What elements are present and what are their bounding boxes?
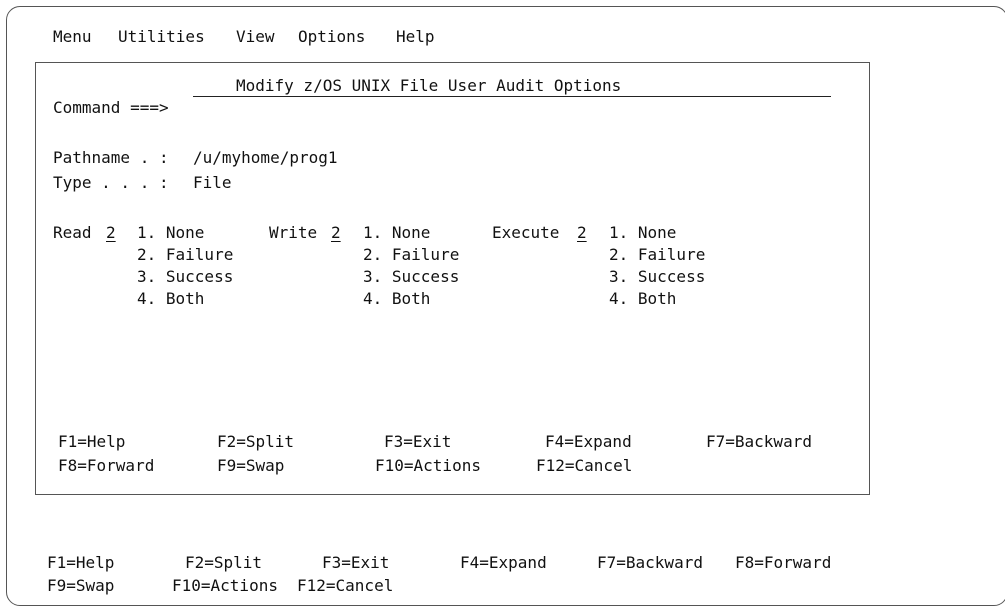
read-label: Read: [53, 223, 92, 242]
command-label: Command ===>: [53, 98, 169, 117]
read-option-3: 3. Success: [137, 267, 234, 286]
read-option-1: 1. None: [137, 223, 205, 242]
fkey-f8[interactable]: F8=Forward: [735, 553, 831, 573]
menu-item-help[interactable]: Help: [396, 27, 435, 47]
read-input[interactable]: 2: [106, 223, 116, 243]
execute-label: Execute: [492, 223, 560, 242]
menu-item-view[interactable]: View: [236, 27, 275, 47]
write-input[interactable]: 2: [331, 223, 341, 243]
write-option-2: 2. Failure: [363, 245, 460, 264]
execute-option-3: 3. Success: [609, 267, 706, 286]
panel-fkey-f9[interactable]: F9=Swap: [217, 456, 284, 476]
type-label: Type . . . :: [53, 173, 169, 192]
execute-option-4: 4. Both: [609, 289, 677, 308]
fkey-f10[interactable]: F10=Actions: [172, 576, 278, 596]
execute-input[interactable]: 2: [577, 223, 587, 243]
panel-fkey-f7[interactable]: F7=Backward: [706, 432, 812, 452]
panel-fkey-f3[interactable]: F3=Exit: [384, 432, 451, 452]
menu-item-options[interactable]: Options: [298, 27, 365, 47]
write-option-3: 3. Success: [363, 267, 460, 286]
fkey-f1[interactable]: F1=Help: [47, 553, 114, 573]
panel-fkey-f4[interactable]: F4=Expand: [545, 432, 632, 452]
fkey-f12[interactable]: F12=Cancel: [297, 576, 393, 596]
menu-item-menu[interactable]: Menu: [53, 27, 92, 47]
write-label: Write: [269, 223, 318, 242]
pathname-value: /u/myhome/prog1: [193, 148, 338, 167]
menu-item-utilities[interactable]: Utilities: [118, 27, 205, 47]
command-input-underline: [193, 96, 831, 97]
write-option-4: 4. Both: [363, 289, 431, 308]
fkey-f9[interactable]: F9=Swap: [47, 576, 114, 596]
fkey-f4[interactable]: F4=Expand: [460, 553, 547, 573]
panel-fkey-f2[interactable]: F2=Split: [217, 432, 294, 452]
panel-fkey-f1[interactable]: F1=Help: [58, 432, 125, 452]
pathname-label: Pathname . :: [53, 148, 169, 167]
panel-fkey-f12[interactable]: F12=Cancel: [536, 456, 632, 476]
fkey-f2[interactable]: F2=Split: [185, 553, 262, 573]
execute-option-1: 1. None: [609, 223, 677, 242]
execute-option-2: 2. Failure: [609, 245, 706, 264]
panel-fkey-f10[interactable]: F10=Actions: [375, 456, 481, 476]
read-option-2: 2. Failure: [137, 245, 234, 264]
read-option-4: 4. Both: [137, 289, 205, 308]
fkey-f3[interactable]: F3=Exit: [322, 553, 389, 573]
panel-fkey-f8[interactable]: F8=Forward: [58, 456, 154, 476]
fkey-f7[interactable]: F7=Backward: [597, 553, 703, 573]
type-value: File: [193, 173, 232, 192]
write-option-1: 1. None: [363, 223, 431, 242]
panel-title: Modify z/OS UNIX File User Audit Options: [236, 76, 622, 95]
